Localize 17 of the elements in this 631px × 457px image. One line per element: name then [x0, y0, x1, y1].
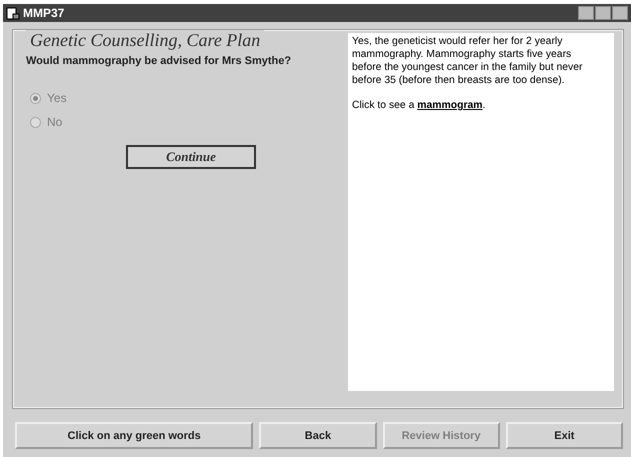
- window-title: MMP37: [23, 6, 64, 20]
- nav-button[interactable]: Exit: [506, 422, 624, 449]
- minimize-button[interactable]: [578, 6, 594, 20]
- group-title: Genetic Counselling, Care Plan: [26, 30, 264, 51]
- mammogram-link[interactable]: mammogram: [417, 100, 483, 111]
- hint-button[interactable]: Click on any green words: [15, 422, 254, 449]
- radio-label: Yes: [47, 91, 67, 105]
- continue-button[interactable]: Continue: [126, 145, 256, 169]
- app-icon: [6, 6, 20, 20]
- close-button[interactable]: [612, 6, 628, 20]
- maximize-button[interactable]: [595, 6, 611, 20]
- link-punctuation: .: [482, 100, 486, 111]
- link-prompt-text: Click to see a: [352, 100, 414, 111]
- question-text: Would mammography be advised for Mrs Smythe?: [26, 55, 292, 67]
- answer-text: Yes, the geneticist would refer her for 2 yearly mammography. Mammography starts five years before the youngest cancer in the family but never before 35 (before then breasts are too dense).: [352, 35, 584, 87]
- nav-button[interactable]: Back: [259, 422, 377, 449]
- radio-label: No: [47, 115, 62, 129]
